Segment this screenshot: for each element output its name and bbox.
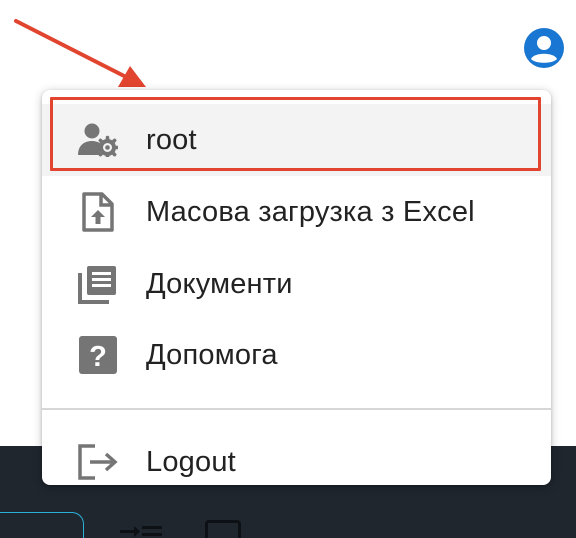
file-upload-icon: [76, 190, 120, 234]
logout-icon: [76, 440, 120, 484]
annotation-arrow: [14, 19, 146, 87]
account-circle-icon[interactable]: [524, 28, 564, 68]
menu-item-root-user[interactable]: root: [42, 104, 551, 176]
background-outline: [0, 512, 84, 538]
library-books-icon: [76, 262, 120, 306]
menu-item-label: Масова загрузка з Excel: [146, 195, 475, 228]
menu-item-label: Документи: [146, 267, 293, 300]
format-indent-icon: [120, 526, 162, 537]
svg-text:?: ?: [89, 341, 107, 373]
user-dropdown-menu: root Масова загрузка з Excel Документи ?…: [42, 90, 551, 485]
menu-item-help[interactable]: ? Допомога: [42, 319, 551, 391]
user-gear-icon: [76, 118, 120, 162]
menu-item-logout[interactable]: Logout: [42, 426, 551, 498]
menu-item-excel-upload[interactable]: Масова загрузка з Excel: [42, 176, 551, 248]
square-icon: [205, 520, 241, 538]
menu-item-documents[interactable]: Документи: [42, 248, 551, 320]
help-box-icon: ?: [76, 333, 120, 377]
menu-item-label: root: [146, 123, 197, 156]
menu-item-label: Logout: [146, 445, 236, 478]
menu-divider: [42, 408, 551, 410]
menu-item-label: Допомога: [146, 338, 278, 371]
